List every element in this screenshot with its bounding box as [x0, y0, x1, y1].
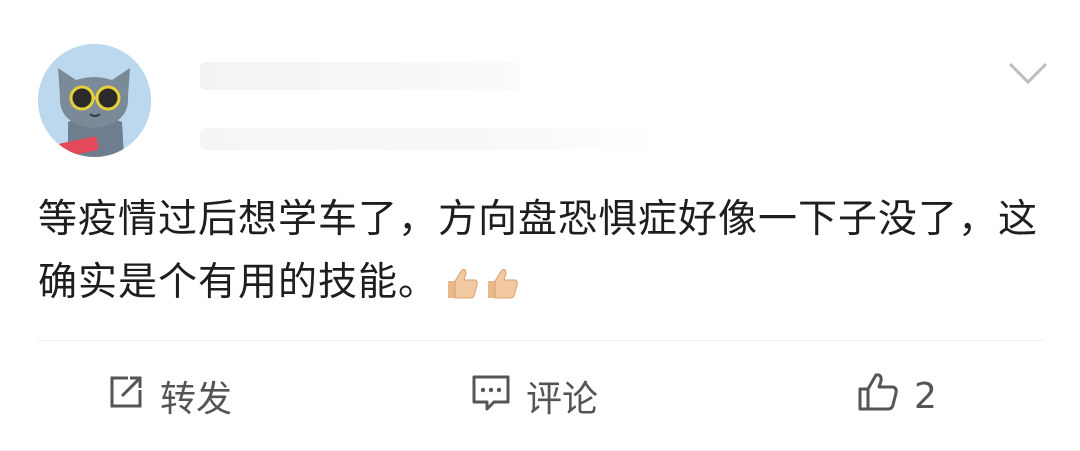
post-content: 等疫情过后想学车了，方向盘恐惧症好像一下子没了，这确实是个有用的技能。 [38, 188, 1038, 320]
comment-label: 评论 [526, 379, 599, 420]
repost-icon [106, 372, 146, 421]
thumbs-up-emoji [488, 269, 518, 299]
like-count: 2 [914, 375, 937, 417]
repost-button[interactable]: 转发 [106, 368, 232, 424]
post-card: 等疫情过后想学车了，方向盘恐惧症好像一下子没了，这确实是个有用的技能。 转发 评… [0, 0, 1080, 451]
username-blurred [200, 62, 520, 90]
thumbs-up-icon [856, 371, 900, 422]
chevron-down-icon[interactable] [1004, 56, 1052, 90]
comment-icon [470, 372, 512, 421]
thumbs-up-emoji [448, 269, 478, 299]
comment-button[interactable]: 评论 [470, 368, 598, 424]
post-text: 等疫情过后想学车了，方向盘恐惧症好像一下子没了，这确实是个有用的技能。 [38, 197, 1039, 305]
cat-avatar-image [38, 44, 151, 157]
like-button[interactable]: 2 [856, 368, 937, 424]
emoji-group [444, 257, 524, 320]
avatar[interactable] [38, 44, 151, 157]
repost-label: 转发 [160, 379, 233, 420]
post-meta-blurred [200, 128, 660, 150]
divider [38, 340, 1043, 341]
